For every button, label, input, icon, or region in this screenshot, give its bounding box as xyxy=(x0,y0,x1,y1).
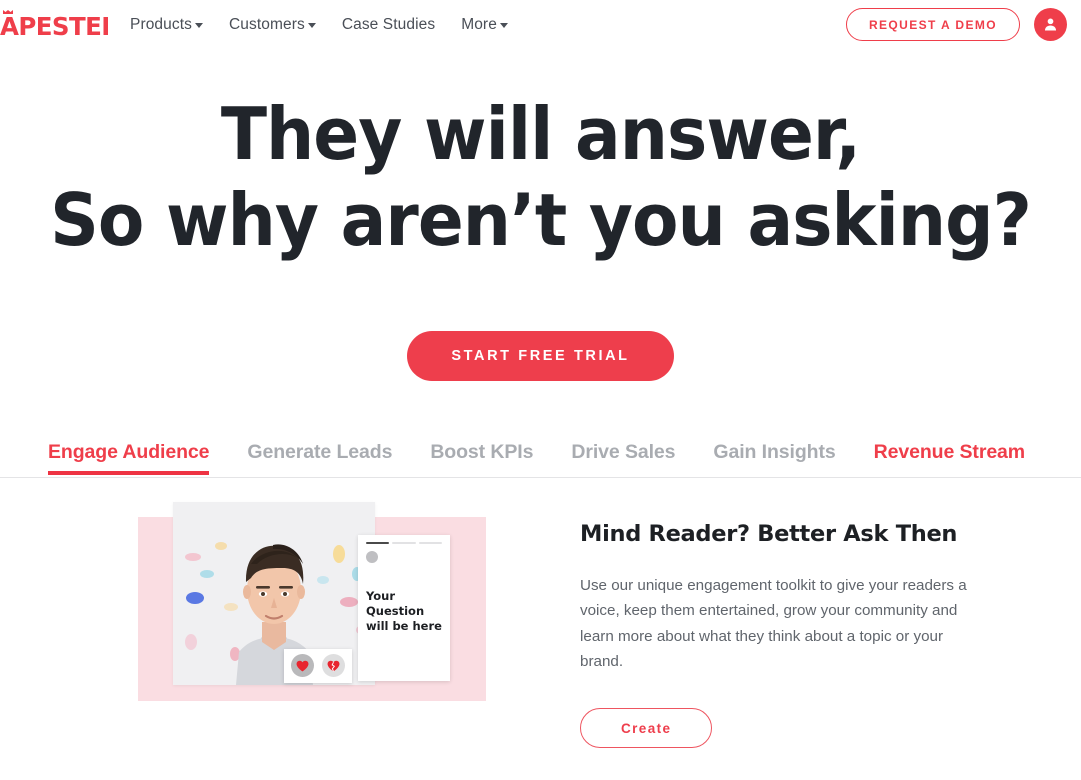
feature-title: Mind Reader? Better Ask Then xyxy=(580,520,958,547)
chevron-down-icon xyxy=(194,23,203,28)
nav-item-products[interactable]: Products xyxy=(130,16,203,34)
tab-boost-kpis[interactable]: Boost KPIs xyxy=(430,441,533,475)
nav-label: More xyxy=(461,15,497,33)
feature-panel: Your Question will be here Mind Reader? … xyxy=(0,478,1081,756)
reaction-widget xyxy=(284,648,352,683)
tab-label: Gain Insights xyxy=(713,440,836,463)
hero-section: They will answer, So why aren’t you aski… xyxy=(0,49,1081,381)
tab-label: Revenue Stream xyxy=(873,440,1026,463)
account-avatar-button[interactable] xyxy=(1034,8,1067,41)
tab-label: Generate Leads xyxy=(247,440,393,463)
tab-drive-sales[interactable]: Drive Sales xyxy=(571,441,675,475)
tab-revenue-stream[interactable]: Revenue Stream xyxy=(873,440,1026,475)
nav-item-more[interactable]: More xyxy=(461,16,508,34)
main-navigation: Products Customers Case Studies More xyxy=(130,16,508,34)
question-card-avatar xyxy=(366,551,378,563)
question-card-text: Your Question will be here xyxy=(366,589,442,633)
heart-icon[interactable] xyxy=(291,654,314,677)
progress-segment xyxy=(392,541,416,544)
tab-gain-insights[interactable]: Gain Insights xyxy=(713,441,835,475)
feature-description: Use our unique engagement toolkit to giv… xyxy=(580,576,967,671)
nav-label: Case Studies xyxy=(341,15,436,33)
progress-segment xyxy=(366,541,390,544)
progress-segment xyxy=(418,541,442,544)
feature-copy: Mind Reader? Better Ask Then Use our uni… xyxy=(580,496,1010,756)
nav-item-customers[interactable]: Customers xyxy=(229,16,316,34)
tab-label: Boost KPIs xyxy=(430,440,534,463)
feature-tabs: Engage Audience Generate Leads Boost KPI… xyxy=(0,441,1081,475)
chevron-down-icon xyxy=(307,23,316,28)
question-card: Your Question will be here xyxy=(358,534,450,681)
tab-label: Engage Audience xyxy=(48,440,210,463)
tab-generate-leads[interactable]: Generate Leads xyxy=(247,441,392,475)
hero-cta-wrapper: START FREE TRIAL xyxy=(0,331,1081,381)
apester-logo[interactable]: APESTER xyxy=(0,9,108,40)
request-demo-button[interactable]: REQUEST A DEMO xyxy=(845,8,1020,41)
tab-label: Drive Sales xyxy=(571,440,676,463)
broken-heart-icon[interactable] xyxy=(322,654,345,677)
start-free-trial-button[interactable]: START FREE TRIAL xyxy=(407,331,674,381)
story-progress-bar xyxy=(366,541,442,544)
header-actions: REQUEST A DEMO xyxy=(845,8,1067,41)
nav-label: Products xyxy=(130,15,192,33)
svg-text:APESTER: APESTER xyxy=(0,11,108,39)
site-header: APESTER Products Customers Case Studies … xyxy=(0,0,1081,49)
tab-engage-audience[interactable]: Engage Audience xyxy=(48,440,210,475)
create-button[interactable]: Create xyxy=(580,707,713,748)
nav-item-case-studies[interactable]: Case Studies xyxy=(342,16,435,34)
page-title: They will answer, So why aren’t you aski… xyxy=(32,91,1048,263)
feature-tabs-bar: Engage Audience Generate Leads Boost KPI… xyxy=(0,441,1081,478)
feature-illustration: Your Question will be here xyxy=(0,496,580,756)
nav-label: Customers xyxy=(228,15,305,33)
hero-line-2: So why aren’t you asking? xyxy=(50,178,1032,262)
chevron-down-icon xyxy=(499,23,508,28)
user-avatar-icon xyxy=(1044,18,1057,31)
hero-line-1: They will answer, xyxy=(220,92,861,176)
